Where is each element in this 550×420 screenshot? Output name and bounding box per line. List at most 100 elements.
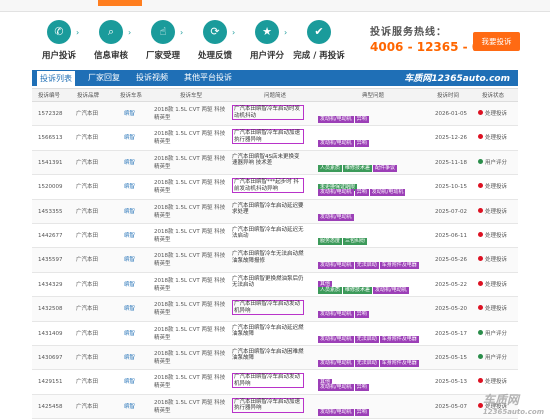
typical-issues: 发动机/电动机 异响 <box>318 105 430 124</box>
complaint-status: 处理投诉 <box>478 126 507 150</box>
status-icon <box>478 256 483 262</box>
table-row[interactable]: 1432508 广汽本田 缤智 2018款 1.5L CVT 两驱 科技精英型 广汽本田… <box>32 297 518 322</box>
complaint-series[interactable]: 缤智 <box>124 322 135 346</box>
typical-issue-tag[interactable]: 配件争议 <box>373 164 398 172</box>
complaint-brand: 广汽本田 <box>76 403 99 410</box>
complaint-date: 2025-12-26 <box>435 135 467 142</box>
complaint-status: 处理投诉 <box>478 102 507 126</box>
typical-issue-tag[interactable]: 无法启动 <box>354 359 379 367</box>
complaint-series[interactable]: 缤智 <box>124 102 135 126</box>
issue-summary-link[interactable]: 广汽本田缤智冷车启动时发动机抖动 <box>232 105 304 120</box>
issue-summary-link[interactable]: 广汽本田缤智冷车启动加速执行器异响 <box>232 129 304 145</box>
typical-issue-tag[interactable]: 三包纠纷 <box>343 237 368 245</box>
complaint-series[interactable]: 缤智 <box>124 273 135 297</box>
complaint-series[interactable]: 缤智 <box>124 126 135 150</box>
issue-summary-link[interactable]: 广汽本田缤智4S店未更换变速器异响 技术差 <box>232 154 304 167</box>
typical-issue-tag[interactable]: 发动机/电动机 <box>318 189 354 197</box>
typical-issue-tag[interactable]: 异响 <box>354 311 369 319</box>
table-row[interactable]: 1425458 广汽本田 缤智 2018款 1.5L CVT 两驱 科技精英型 广汽本田… <box>32 394 518 420</box>
status-icon <box>478 378 483 384</box>
table-row[interactable]: 1572328 广汽本田 缤智 2018款 1.5L CVT 两驱 科技精英型 广汽本田… <box>32 102 518 127</box>
status-label: 处理投诉 <box>485 281 508 288</box>
typical-issue-tag[interactable]: 维修技术差 <box>343 286 373 294</box>
complaint-date: 2025-05-22 <box>435 281 467 288</box>
complaint-series[interactable]: 缤智 <box>124 175 135 199</box>
typical-issue-tag[interactable]: 发动机/电动机 <box>318 359 354 367</box>
top-bar <box>0 0 550 12</box>
typical-issue-tag[interactable]: 发动机/电动机 <box>373 286 409 294</box>
typical-issue-tag[interactable]: 服务态度 <box>318 237 343 245</box>
typical-issue-tag[interactable]: 发动机/电动机 <box>318 384 354 392</box>
table-row[interactable]: 1442677 广汽本田 缤智 2018款 1.5L CVT 两驱 科技精英型 广汽本田… <box>32 224 518 249</box>
complaint-series[interactable]: 缤智 <box>124 151 135 175</box>
complaint-brand: 广汽本田 <box>76 184 99 191</box>
typical-issue-tag[interactable]: 发动机/电动机 <box>318 213 354 221</box>
typical-issue-tag[interactable]: 异响 <box>354 116 369 123</box>
typical-issue-tag[interactable]: 车身附件及电器 <box>379 359 419 367</box>
typical-issue-tag[interactable]: 发动机/电动机 <box>369 189 406 197</box>
typical-issue-tag[interactable]: 发动机/电动机 <box>318 408 354 416</box>
table-row[interactable]: 1520009 广汽本田 缤智 2018款 1.5L CVT 两驱 科技精英型 广汽本田… <box>32 175 518 216</box>
status-label: 处理投诉 <box>485 208 508 215</box>
table-row[interactable]: 1566513 广汽本田 缤智 2018款 1.5L CVT 两驱 科技精英型 广汽本田… <box>32 126 518 151</box>
complaint-series[interactable]: 缤智 <box>124 297 135 321</box>
issue-summary-link[interactable]: 广汽本田缤智冷车启动困难燃油泵故障 <box>232 349 304 362</box>
issue-summary-link[interactable]: 广汽本田缤智***起步时 抖 前发动机抖动异响 <box>232 178 304 194</box>
process-step-label: 处理反馈 <box>197 51 232 61</box>
complaint-status: 用户评分 <box>478 322 507 346</box>
typical-issue-tag[interactable]: 发动机/电动机 <box>318 116 354 123</box>
table-row[interactable]: 1453355 广汽本田 缤智 2018款 1.5L CVT 两驱 科技精英型 广汽本田… <box>32 199 518 224</box>
complaint-series[interactable]: 缤智 <box>124 224 135 248</box>
typical-issue-tag[interactable]: 无法启动 <box>354 262 379 270</box>
typical-issue-tag[interactable]: 维修技术差 <box>343 164 373 172</box>
typical-issue-tag[interactable]: 异响 <box>354 408 369 416</box>
issue-summary-link[interactable]: 广汽本田缤智冷车启动发动机异响 <box>232 300 304 316</box>
issue-summary-link[interactable]: 广汽本田缤智冷车启动延迟无法启动 <box>232 227 304 240</box>
complaint-brand: 广汽本田 <box>76 135 99 142</box>
complaint-series[interactable]: 缤智 <box>124 370 135 394</box>
col-model: 投诉车型 <box>180 93 203 99</box>
table-row[interactable]: 1541391 广汽本田 缤智 2018款 1.5L CVT 两驱 科技精英型 广汽本田… <box>32 150 518 191</box>
tab-other-platform[interactable]: 其他平台投诉 <box>184 70 232 86</box>
complaint-model: 2018款 1.5L CVT 两驱 科技精英型 <box>154 375 226 390</box>
typical-issue-tag[interactable]: 车身附件及电器 <box>379 335 419 343</box>
typical-issue-tag[interactable]: 发动机/电动机 <box>318 140 354 148</box>
complaint-table: 投诉编号 投诉品牌 投诉车系 投诉车型 问题简述 典型问题 投诉时间 投诉状态 … <box>32 88 518 420</box>
table-row[interactable]: 1434329 广汽本田 缤智 2018款 1.5L CVT 两驱 科技精英型 广汽本田… <box>32 273 518 313</box>
typical-issue-tag[interactable]: 车身附件及电器 <box>379 262 419 270</box>
issue-summary-link[interactable]: 广汽本田缤智冷车启动加速执行器异响 <box>232 397 304 413</box>
typical-issue-tag[interactable]: 异响 <box>354 140 369 148</box>
complaint-series[interactable]: 缤智 <box>124 346 135 370</box>
issue-summary-link[interactable]: 广汽本田缤智冷车启动延迟要求处理 <box>232 203 304 216</box>
typical-issue-tag[interactable]: 人员素质 <box>318 286 343 294</box>
table-row[interactable]: 1435597 广汽本田 缤智 2018款 1.5L CVT 两驱 科技精英型 广汽本田… <box>32 248 518 289</box>
issue-summary-link[interactable]: 广汽本田缤智冷车启动发动机异响 <box>232 373 304 389</box>
tab-complaint-list[interactable]: 投诉列表 <box>36 70 76 86</box>
typical-issue-tag[interactable]: 发动机/电动机 <box>318 262 354 270</box>
typical-issue-tag[interactable]: 异响 <box>354 189 369 197</box>
tab-manufacturer-reply[interactable]: 厂家回复 <box>88 70 120 86</box>
typical-issue-tag[interactable]: 无法启动 <box>354 335 379 343</box>
typical-issue-tag[interactable]: 发动机/电动机 <box>318 335 354 343</box>
complain-button[interactable]: 我要投诉 <box>473 32 520 51</box>
issue-summary-link[interactable]: 广汽本田缤智更换燃油泵后仍无法启动 <box>232 276 304 289</box>
complaint-date: 2025-10-15 <box>435 184 467 191</box>
table-row[interactable]: 1430697 广汽本田 缤智 2018款 1.5L CVT 两驱 科技精英型 广汽本田… <box>32 345 518 386</box>
issue-summary-link[interactable]: 广汽本田缤智冷车启动延迟燃油泵故障 <box>232 325 304 338</box>
tab-complaint-video[interactable]: 投诉视频 <box>136 70 168 86</box>
typical-issue-tag[interactable]: 人员素质 <box>318 164 343 172</box>
status-icon <box>478 207 483 213</box>
table-row[interactable]: 1431409 广汽本田 缤智 2018款 1.5L CVT 两驱 科技精英型 广汽本田… <box>32 322 518 362</box>
complaint-status: 处理投诉 <box>478 297 507 321</box>
brand-logo: 车质网12365auto.com <box>404 74 510 84</box>
complaint-date: 2025-07-02 <box>435 208 467 215</box>
issue-summary-link[interactable]: 广汽本田缤智冷车无法启动燃油泵故障报修 <box>232 251 304 264</box>
complaint-series[interactable]: 缤智 <box>124 200 135 224</box>
typical-issue-tag[interactable]: 发动机/电动机 <box>318 311 354 319</box>
complaint-id: 1541391 <box>38 159 63 166</box>
complaint-brand: 广汽本田 <box>76 354 99 361</box>
typical-issue-tag[interactable]: 异响 <box>354 384 369 392</box>
complaint-series[interactable]: 缤智 <box>124 395 135 419</box>
table-row[interactable]: 1429151 广汽本田 缤智 2018款 1.5L CVT 两驱 科技精英型 广汽本田… <box>32 370 518 395</box>
complaint-series[interactable]: 缤智 <box>124 248 135 272</box>
